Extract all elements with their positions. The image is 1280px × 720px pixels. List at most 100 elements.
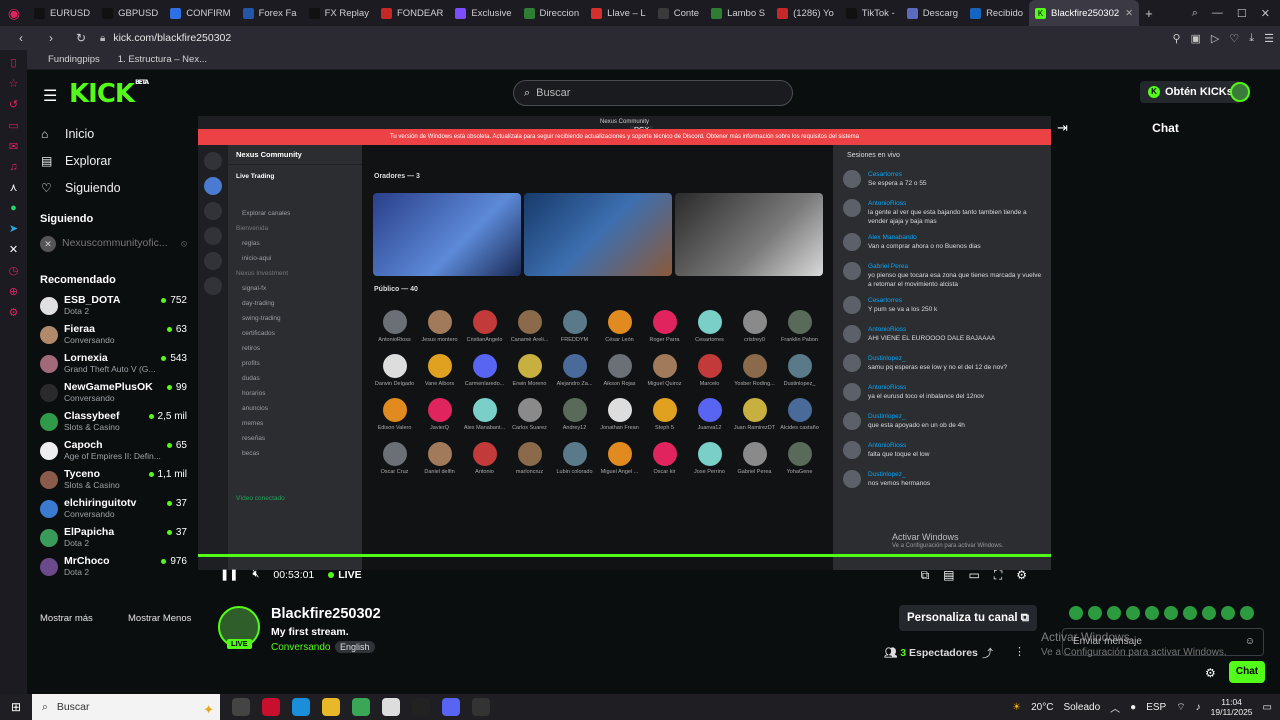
tab-item[interactable]: FONDEAR — [375, 0, 449, 26]
tab-item[interactable]: Exclusive — [449, 0, 517, 26]
emote-icon[interactable] — [1088, 606, 1102, 620]
show-less-button[interactable]: Mostrar Menos — [128, 613, 191, 624]
show-more-button[interactable]: Mostrar más — [40, 613, 93, 624]
nav-item-browse[interactable]: ▤ Explorar — [27, 147, 197, 174]
recommended-channel[interactable]: Tyceno Slots & Casino 1,1 mil — [27, 465, 197, 494]
reload-icon[interactable]: ↻ — [72, 31, 90, 45]
search-input[interactable]: ⌕ Buscar — [513, 80, 793, 106]
bag-icon[interactable]: ▭ — [7, 119, 21, 132]
get-kicks-button[interactable]: K Obtén KICKs — [1140, 81, 1241, 103]
emote-icon[interactable] — [1164, 606, 1178, 620]
snapshot-icon[interactable]: ▣ — [1191, 32, 1201, 45]
emote-icon[interactable] — [1126, 606, 1140, 620]
bookmark-item[interactable]: 1. Estructura – Nex... — [118, 54, 207, 65]
wifi-icon[interactable]: ⌔ — [1176, 701, 1185, 714]
tab-item[interactable]: Direccion — [518, 0, 586, 26]
user-avatar[interactable] — [1230, 82, 1250, 102]
following-item[interactable]: ✕ Nexuscommunityofic... ⦸ — [27, 229, 197, 258]
close-window-icon[interactable]: ✕ — [1261, 7, 1270, 20]
pin-icon[interactable]: ⚲ — [1172, 32, 1180, 45]
tab-item[interactable]: CONFIRM — [164, 0, 236, 26]
recommended-channel[interactable]: Lornexia Grand Theft Auto V (G... 543 — [27, 349, 197, 378]
kick-side-icon[interactable]: ⋏ — [7, 181, 21, 194]
emote-icon[interactable] — [1240, 606, 1254, 620]
opera-icon[interactable] — [262, 698, 280, 716]
pause-icon[interactable]: ❚❚ — [220, 568, 238, 581]
recommended-channel[interactable]: ESB_DOTA Dota 2 752 — [27, 291, 197, 320]
progress-bar[interactable] — [198, 554, 1051, 557]
send-chat-button[interactable]: Chat — [1229, 661, 1265, 683]
nav-item-home[interactable]: ⌂ Inicio — [27, 120, 197, 147]
url-field[interactable]: kick.com/blackfire250302 — [113, 32, 231, 44]
forward-icon[interactable]: › — [42, 31, 60, 45]
gear-icon[interactable]: ⚙ — [7, 306, 21, 319]
tab-item[interactable]: TikTok - — [840, 0, 901, 26]
weather-desc[interactable]: Soleado — [1063, 702, 1100, 713]
minimize-icon[interactable]: — — [1212, 7, 1223, 19]
settings-icon[interactable]: ☰ — [1264, 32, 1274, 45]
emoji-icon[interactable]: ☺ — [1245, 629, 1255, 655]
recommended-channel[interactable]: Capoch Age of Empires II: Defin... 65 — [27, 436, 197, 465]
tray-chevron-icon[interactable]: ︿ — [1110, 700, 1120, 715]
new-tab-button[interactable]: + — [1139, 0, 1159, 26]
kick-logo[interactable]: KICKBETA — [69, 79, 149, 109]
more-options-icon[interactable]: ⋮ — [1014, 645, 1025, 658]
stream-category[interactable]: Conversando — [271, 642, 330, 653]
mic-icon[interactable]: ● — [1130, 702, 1136, 713]
lang-indicator[interactable]: ESP — [1146, 702, 1166, 713]
tab-item[interactable]: (1286) Yo — [771, 0, 840, 26]
customize-channel-button[interactable]: Personaliza tu canal ⧉ — [899, 605, 1037, 631]
emote-icon[interactable] — [1202, 606, 1216, 620]
volume-icon[interactable]: ♪ — [1196, 702, 1201, 713]
emote-icon[interactable] — [1107, 606, 1121, 620]
notification-icon[interactable]: ▭ — [1263, 702, 1272, 713]
emote-icon[interactable] — [1069, 606, 1083, 620]
back-icon[interactable]: ‹ — [12, 31, 30, 45]
recommended-channel[interactable]: ElPapicha Dota 2 37 — [27, 523, 197, 552]
edge-icon[interactable] — [292, 698, 310, 716]
tab-item[interactable]: EURUSD — [28, 0, 96, 26]
add-icon[interactable]: ⊕ — [7, 285, 21, 298]
mail-icon[interactable]: ✉ — [7, 140, 21, 153]
tab-item[interactable]: Recibido — [964, 0, 1029, 26]
taskbar-search[interactable]: ⌕ Buscar ✦ — [32, 694, 220, 720]
clock-icon[interactable]: ◷ — [7, 264, 21, 277]
pip-icon[interactable]: ⧉ — [921, 568, 930, 583]
tab-item[interactable]: FX Replay — [303, 0, 375, 26]
browser-menu-icon[interactable]: ◉ — [0, 5, 28, 22]
live-indicator[interactable]: LIVE — [328, 569, 361, 581]
tab-item[interactable]: Descarg — [901, 0, 964, 26]
nav-item-heart[interactable]: ♡ Siguiendo — [27, 174, 197, 201]
tab-item[interactable]: Llave – L — [585, 0, 652, 26]
tab-item[interactable]: GBPUSD — [96, 0, 164, 26]
heart-icon[interactable]: ♡ — [1229, 32, 1239, 45]
fullscreen-icon[interactable]: ⛶ — [994, 568, 1002, 583]
clip-icon[interactable]: ▤ — [943, 568, 954, 583]
play-icon[interactable]: ▷ — [1211, 32, 1219, 45]
emote-icon[interactable] — [1221, 606, 1235, 620]
recommended-channel[interactable]: MrChoco Dota 2 976 — [27, 552, 197, 581]
recommended-channel[interactable]: NewGamePlusOK Conversando 99 — [27, 378, 197, 407]
recommended-channel[interactable]: elchiringuitotv Conversando 37 — [27, 494, 197, 523]
history-icon[interactable]: ↺ — [7, 98, 21, 111]
sidebar-panel-icon[interactable]: ▯ — [7, 56, 21, 69]
settings-icon[interactable]: ⚙ — [1016, 568, 1027, 583]
clock[interactable]: 11:04 19/11/2025 — [1211, 697, 1253, 717]
chat-settings-icon[interactable]: ⚙ — [1205, 666, 1216, 680]
emote-icon[interactable] — [1145, 606, 1159, 620]
chrome-icon[interactable] — [352, 698, 370, 716]
x-icon[interactable]: ✕ — [7, 243, 21, 256]
weather-temp[interactable]: 20°C — [1031, 702, 1053, 713]
close-tab-icon[interactable]: ✕ — [1125, 8, 1133, 19]
explorer-icon[interactable] — [322, 698, 340, 716]
notion-icon[interactable] — [382, 698, 400, 716]
video-player[interactable]: Nexus Community RGX Tu versión de Window… — [198, 116, 1051, 590]
obs-icon[interactable] — [472, 698, 490, 716]
recommended-channel[interactable]: Classybeef Slots & Casino 2,5 mil — [27, 407, 197, 436]
menu-icon[interactable]: ☰ — [43, 86, 57, 106]
tab-item[interactable]: Forex Fa — [237, 0, 303, 26]
task-view-icon[interactable] — [232, 698, 250, 716]
recommended-channel[interactable]: Fieraa Conversando 63 — [27, 320, 197, 349]
search-tabs-icon[interactable]: ⌕ — [1192, 7, 1198, 20]
language-tag[interactable]: English — [335, 641, 375, 653]
